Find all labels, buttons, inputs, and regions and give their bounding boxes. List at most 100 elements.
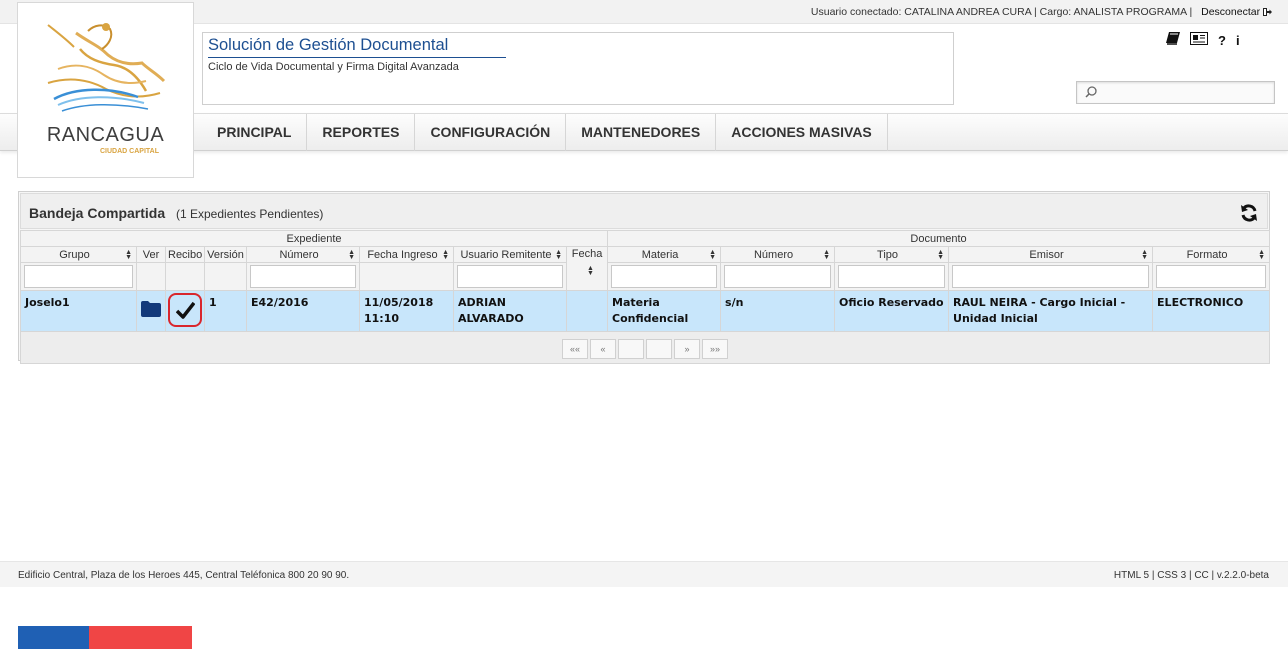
folder-icon[interactable] [141, 300, 161, 317]
page-slot[interactable] [618, 338, 645, 359]
sort-icon: ▲ ▼ [348, 249, 355, 261]
col-recibo-label: Recibo [168, 248, 203, 261]
col-emisor-label: Emisor [1029, 248, 1064, 261]
filter-empty [165, 262, 205, 291]
filter-formato-input[interactable] [1156, 265, 1267, 288]
logout-link[interactable]: Desconectar [1201, 6, 1272, 18]
table-row[interactable]: Joselo1 1 E42/2016 11/05/2018 11:10 ADRI… [20, 290, 1271, 332]
filter-row [20, 262, 1271, 291]
pagination: «« « » »» [562, 338, 729, 359]
search-input[interactable] [1076, 81, 1275, 104]
filter-usuario-remitente-input[interactable] [457, 265, 563, 288]
nav-item-acciones-masivas[interactable]: ACCIONES MASIVAS [716, 114, 888, 151]
nav-item-mantenedores[interactable]: MANTENEDORES [566, 114, 717, 151]
nav-item-reportes[interactable]: REPORTES [307, 114, 416, 151]
sort-icon: ▲ ▼ [823, 249, 831, 261]
col-numero[interactable]: Número ▲ ▼ [246, 246, 360, 263]
next-page-button[interactable]: » [674, 338, 701, 359]
pager-row: «« « » »» [19, 331, 1271, 364]
panel-title: Bandeja Compartida [29, 205, 166, 221]
col-numero-label: Número [279, 248, 319, 261]
filter-numero-input[interactable] [250, 265, 356, 288]
filter-materia-input[interactable] [611, 265, 718, 288]
receive-checkbox[interactable] [168, 292, 202, 327]
sort-icon: ▲ ▼ [937, 249, 945, 261]
col-fecha-ingreso[interactable]: Fecha Ingreso ▲ ▼ [359, 246, 454, 263]
col-emisor[interactable]: Emisor ▲ ▼ [948, 246, 1154, 263]
last-page-button[interactable]: »» [702, 338, 729, 359]
municipality-logo[interactable]: RANCAGUA CIUDAD CAPITAL [17, 2, 194, 178]
col-grupo-label: Grupo [59, 248, 90, 261]
filter-grupo-input[interactable] [24, 265, 133, 288]
prev-page-button[interactable]: « [590, 338, 617, 359]
logout-icon [1263, 8, 1272, 16]
sort-icon: ▲ ▼ [442, 249, 449, 261]
group-documento: Documento [607, 230, 1271, 247]
col-tipo[interactable]: Tipo ▲ ▼ [834, 246, 950, 263]
col-tipo-label: Tipo [877, 248, 899, 261]
info-icon[interactable]: i [1236, 33, 1240, 48]
flag-bar [18, 626, 192, 649]
sort-icon: ▲ ▼ [709, 249, 717, 261]
col-doc-numero-label: Número [753, 248, 794, 261]
group-header-row: Expediente Documento [19, 230, 1271, 247]
cell-materia: Materia Confidencial [607, 290, 722, 332]
cell-numero: E42/2016 [246, 290, 360, 332]
first-page-button[interactable]: «« [562, 338, 589, 359]
cell-recibo [165, 290, 205, 332]
help-icon[interactable]: ? [1218, 33, 1226, 48]
col-fecha-ingreso-label: Fecha Ingreso [367, 248, 438, 261]
logo-subtitle: CIUDAD CAPITAL [100, 148, 159, 155]
col-version: Versión [204, 246, 247, 263]
cell-fecha [565, 290, 609, 332]
filter-empty [359, 262, 454, 291]
col-materia-label: Materia [641, 248, 679, 261]
col-usuario-remitente-label: Usuario Remitente [460, 248, 552, 261]
logo-text: RANCAGUA [46, 124, 165, 146]
col-ver-label: Ver [142, 248, 160, 261]
user-info: Usuario conectado: CATALINA ANDREA CURA … [811, 6, 1272, 18]
col-materia[interactable]: Materia ▲ ▼ [607, 246, 722, 263]
col-formato-label: Formato [1186, 248, 1228, 261]
shared-inbox-panel: Bandeja Compartida (1 Expedientes Pendie… [18, 191, 1271, 364]
filter-tipo-input[interactable] [838, 265, 946, 288]
sort-icon: ▲ ▼ [555, 249, 562, 261]
checkmark-icon [176, 301, 195, 319]
book-icon[interactable] [1166, 32, 1180, 48]
sort-icon: ▲ ▼ [125, 249, 132, 261]
col-ver: Ver [136, 246, 166, 263]
flag-blue-segment [18, 626, 89, 649]
sort-icon: ▲ ▼ [1258, 249, 1266, 261]
cell-emisor: RAUL NEIRA - Cargo Inicial - Unidad Inic… [948, 290, 1154, 332]
footer-version: HTML 5 | CSS 3 | CC | v.2.2.0-beta [1113, 570, 1269, 581]
column-header-row: Grupo ▲ ▼ Ver Recibo Versión Número ▲ ▼ Fech… [20, 246, 1271, 291]
app-title: Solución de Gestión Documental [208, 36, 506, 58]
refresh-icon[interactable] [1239, 203, 1259, 223]
nav-item-configuracion[interactable]: CONFIGURACIÓN [415, 114, 567, 151]
col-version-label: Versión [207, 248, 244, 261]
filter-doc-numero-input[interactable] [724, 265, 832, 288]
cell-doc-numero: s/n [720, 290, 836, 332]
page-slot[interactable] [646, 338, 673, 359]
sort-icon: ▲ ▼ [1141, 249, 1149, 261]
cell-grupo: Joselo1 [20, 290, 137, 332]
col-doc-numero[interactable]: Número ▲ ▼ [720, 246, 836, 263]
col-formato[interactable]: Formato ▲ ▼ [1152, 246, 1271, 263]
newspaper-icon[interactable] [1190, 32, 1208, 48]
filter-empty [204, 262, 247, 291]
header-tools: ? i [1166, 32, 1240, 48]
col-fecha[interactable]: Fecha ▲ ▼ [565, 246, 609, 291]
cell-usuario-remitente: ADRIAN ALVARADO [453, 290, 567, 332]
search-icon [1085, 86, 1097, 98]
cell-version: 1 [204, 290, 247, 332]
col-grupo[interactable]: Grupo ▲ ▼ [20, 246, 137, 263]
connected-user-label: Usuario conectado: CATALINA ANDREA CURA … [810, 6, 1193, 18]
footer: Edificio Central, Plaza de los Heroes 44… [0, 561, 1288, 587]
footer-address: Edificio Central, Plaza de los Heroes 44… [18, 570, 350, 581]
cell-ver [136, 290, 166, 332]
col-usuario-remitente[interactable]: Usuario Remitente ▲ ▼ [453, 246, 567, 263]
logout-label[interactable]: Desconectar [1201, 6, 1260, 18]
filter-emisor-input[interactable] [952, 265, 1150, 288]
flag-red-segment [89, 626, 192, 649]
nav-item-principal[interactable]: PRINCIPAL [202, 114, 308, 151]
